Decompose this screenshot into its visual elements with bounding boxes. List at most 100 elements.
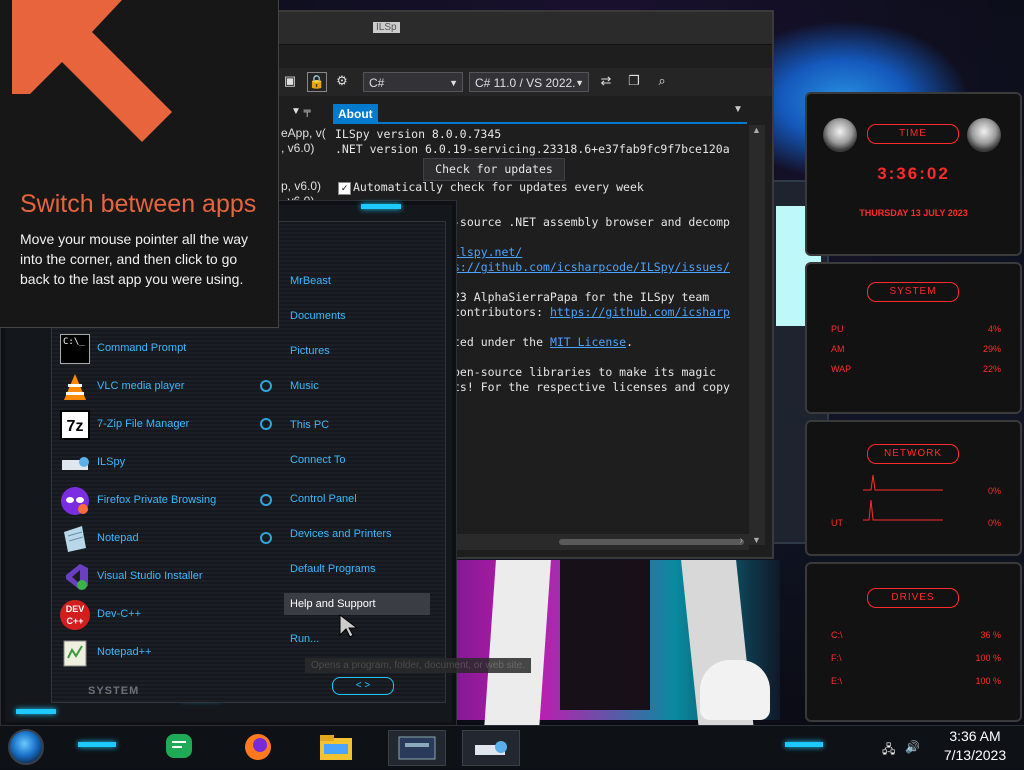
scroll-down-icon[interactable]: ▼ bbox=[752, 535, 761, 545]
pin-icon[interactable] bbox=[260, 494, 272, 506]
issues-link[interactable]: s://github.com/icsharpcode/ILSpy/issues/ bbox=[453, 260, 730, 274]
place-connect-to[interactable]: Connect To bbox=[290, 454, 345, 466]
row-label: E:\ bbox=[831, 676, 843, 686]
place-default-programs[interactable]: Default Programs bbox=[290, 563, 376, 575]
check-updates-button[interactable]: Check for updates bbox=[423, 158, 565, 181]
app-ilspy[interactable]: ILSpy bbox=[60, 448, 290, 480]
tab-underline bbox=[333, 122, 747, 124]
assembly-icon[interactable]: ▣ bbox=[281, 72, 299, 90]
network-graph bbox=[863, 474, 943, 521]
version-line: ILSpy version 8.0.0.7345 bbox=[335, 127, 502, 141]
system-widget: SYSTEM PU 4% AM 29% WAP 22% bbox=[805, 262, 1022, 414]
website-link[interactable]: ilspy.net/ bbox=[453, 245, 522, 259]
place-this-pc[interactable]: This PC bbox=[290, 419, 329, 431]
taskbar-ilspy[interactable] bbox=[462, 730, 520, 766]
tip-body: Move your mouse pointer all the way into… bbox=[20, 231, 248, 287]
system-row: WAP 22% bbox=[831, 364, 1001, 374]
tree-item[interactable]: eApp, v( bbox=[281, 126, 326, 140]
vlc-cone-icon bbox=[60, 372, 90, 402]
network-row: UT 0% bbox=[831, 518, 1001, 528]
horizontal-scroll-thumb[interactable] bbox=[559, 539, 744, 545]
language-select-value: C# bbox=[369, 76, 385, 90]
row-value: 29% bbox=[982, 344, 1001, 354]
contributors-prefix: contributors: bbox=[453, 305, 550, 319]
taskbar-clock-date[interactable]: 7/13/2023 bbox=[930, 747, 1020, 763]
vertical-scrollbar[interactable]: ▲ ▼ bbox=[749, 125, 765, 545]
widget-title: TIME bbox=[867, 124, 959, 144]
contributors-link[interactable]: https://github.com/icsharp bbox=[550, 305, 730, 319]
app-notepad[interactable]: Notepad bbox=[60, 524, 290, 556]
tree-menu-icon[interactable]: ▼ ╤ bbox=[291, 106, 311, 117]
notepad-icon bbox=[60, 524, 90, 554]
pin-icon[interactable] bbox=[260, 380, 272, 392]
visual-studio-installer-icon bbox=[60, 562, 90, 592]
lock-icon[interactable]: 🔒 bbox=[307, 72, 327, 92]
open-source-line: pen-source libraries to make its magic bbox=[453, 365, 717, 379]
app-label: Notepad++ bbox=[97, 646, 152, 658]
system-row: AM 29% bbox=[831, 344, 1001, 354]
start-orb-button[interactable] bbox=[8, 729, 44, 765]
tree-item[interactable]: p, v6.0) bbox=[281, 179, 321, 193]
dev-cpp-icon: DEV C++ bbox=[60, 600, 90, 630]
app-label: Firefox Private Browsing bbox=[97, 494, 217, 506]
taskbar-clock-time[interactable]: 3:36 AM bbox=[930, 728, 1020, 744]
app-label: Dev-C++ bbox=[97, 608, 142, 620]
accent-bar bbox=[78, 742, 116, 747]
switch-apps-tip[interactable]: Switch between apps Move your mouse poin… bbox=[0, 0, 279, 328]
open-windows-icon[interactable]: ❐ bbox=[625, 72, 643, 90]
app-firefox-private[interactable]: Firefox Private Browsing bbox=[60, 486, 290, 518]
scroll-up-icon[interactable]: ▲ bbox=[752, 125, 761, 135]
tab-list-icon[interactable]: ▼ bbox=[733, 104, 743, 115]
theme-icon[interactable]: ⇄ bbox=[597, 72, 615, 90]
place-control-panel[interactable]: Control Panel bbox=[290, 493, 357, 505]
pin-icon[interactable] bbox=[260, 418, 272, 430]
version-select-value: C# 11.0 / VS 2022. bbox=[475, 76, 576, 90]
place-documents[interactable]: Documents bbox=[290, 310, 346, 322]
start-nav-arrows[interactable]: < > bbox=[332, 677, 394, 695]
scroll-right-icon[interactable]: › bbox=[740, 535, 743, 546]
taskbar-firefox[interactable] bbox=[238, 730, 278, 764]
language-select[interactable]: C# ▼ bbox=[363, 72, 463, 92]
taskbar-ilspy-about[interactable] bbox=[388, 730, 446, 766]
place-help-and-support[interactable]: Help and Support bbox=[284, 593, 430, 615]
version-select[interactable]: C# 11.0 / VS 2022. ▼ bbox=[469, 72, 589, 92]
tooltip: Opens a program, folder, document, or we… bbox=[305, 658, 531, 673]
network-tray-icon[interactable]: 🖧 bbox=[882, 740, 895, 761]
ilspy-titlebar[interactable]: ILSp bbox=[267, 12, 772, 45]
drive-row: C:\ 36 % bbox=[831, 630, 1001, 640]
row-value: 36 % bbox=[980, 630, 1001, 640]
widget-date: THURSDAY 13 JULY 2023 bbox=[859, 208, 968, 218]
system-label: SYSTEM bbox=[88, 685, 140, 697]
pin-icon[interactable] bbox=[260, 532, 272, 544]
app-visual-studio-installer[interactable]: Visual Studio Installer bbox=[60, 562, 290, 594]
search-icon[interactable]: ⌕ bbox=[653, 72, 671, 90]
place-pictures[interactable]: Pictures bbox=[290, 345, 330, 357]
row-value: 4% bbox=[987, 324, 1001, 334]
app-7zip[interactable]: 7z 7-Zip File Manager bbox=[60, 410, 290, 442]
place-mrbeast[interactable]: MrBeast bbox=[290, 275, 331, 287]
row-label: UT bbox=[831, 518, 843, 528]
widget-title: SYSTEM bbox=[867, 282, 959, 302]
place-devices-and-printers[interactable]: Devices and Printers bbox=[290, 528, 392, 540]
license-suffix: . bbox=[626, 335, 634, 349]
app-vlc[interactable]: VLC media player bbox=[60, 372, 290, 404]
app-label: Visual Studio Installer bbox=[97, 570, 203, 582]
show-members-icon[interactable]: ⚙ bbox=[333, 72, 351, 90]
auto-update-checkbox[interactable]: ✓ bbox=[338, 182, 351, 195]
place-music[interactable]: Music bbox=[290, 380, 319, 392]
app-command-prompt[interactable]: C:\_ Command Prompt bbox=[60, 334, 290, 366]
app-notepad-plus-plus[interactable]: Notepad++ bbox=[60, 638, 290, 670]
taskbar-file-explorer[interactable] bbox=[316, 730, 356, 764]
taskbar-google-chat[interactable] bbox=[160, 730, 200, 764]
mit-license-link[interactable]: MIT License bbox=[550, 335, 626, 349]
chevron-down-icon: ▼ bbox=[449, 78, 458, 88]
place-run[interactable]: Run... bbox=[290, 633, 319, 645]
tree-item[interactable]: , v6.0) bbox=[281, 141, 314, 155]
row-label: WAP bbox=[831, 364, 852, 374]
ilspy-icon bbox=[60, 448, 90, 478]
volume-icon[interactable]: 🔊 bbox=[905, 740, 920, 754]
license-line: ted under the MIT License. bbox=[453, 335, 633, 349]
app-dev-cpp[interactable]: DEV C++ Dev-C++ bbox=[60, 600, 290, 632]
contributors-line: contributors: https://github.com/icsharp bbox=[453, 305, 730, 319]
tab-about[interactable]: About bbox=[333, 104, 378, 124]
